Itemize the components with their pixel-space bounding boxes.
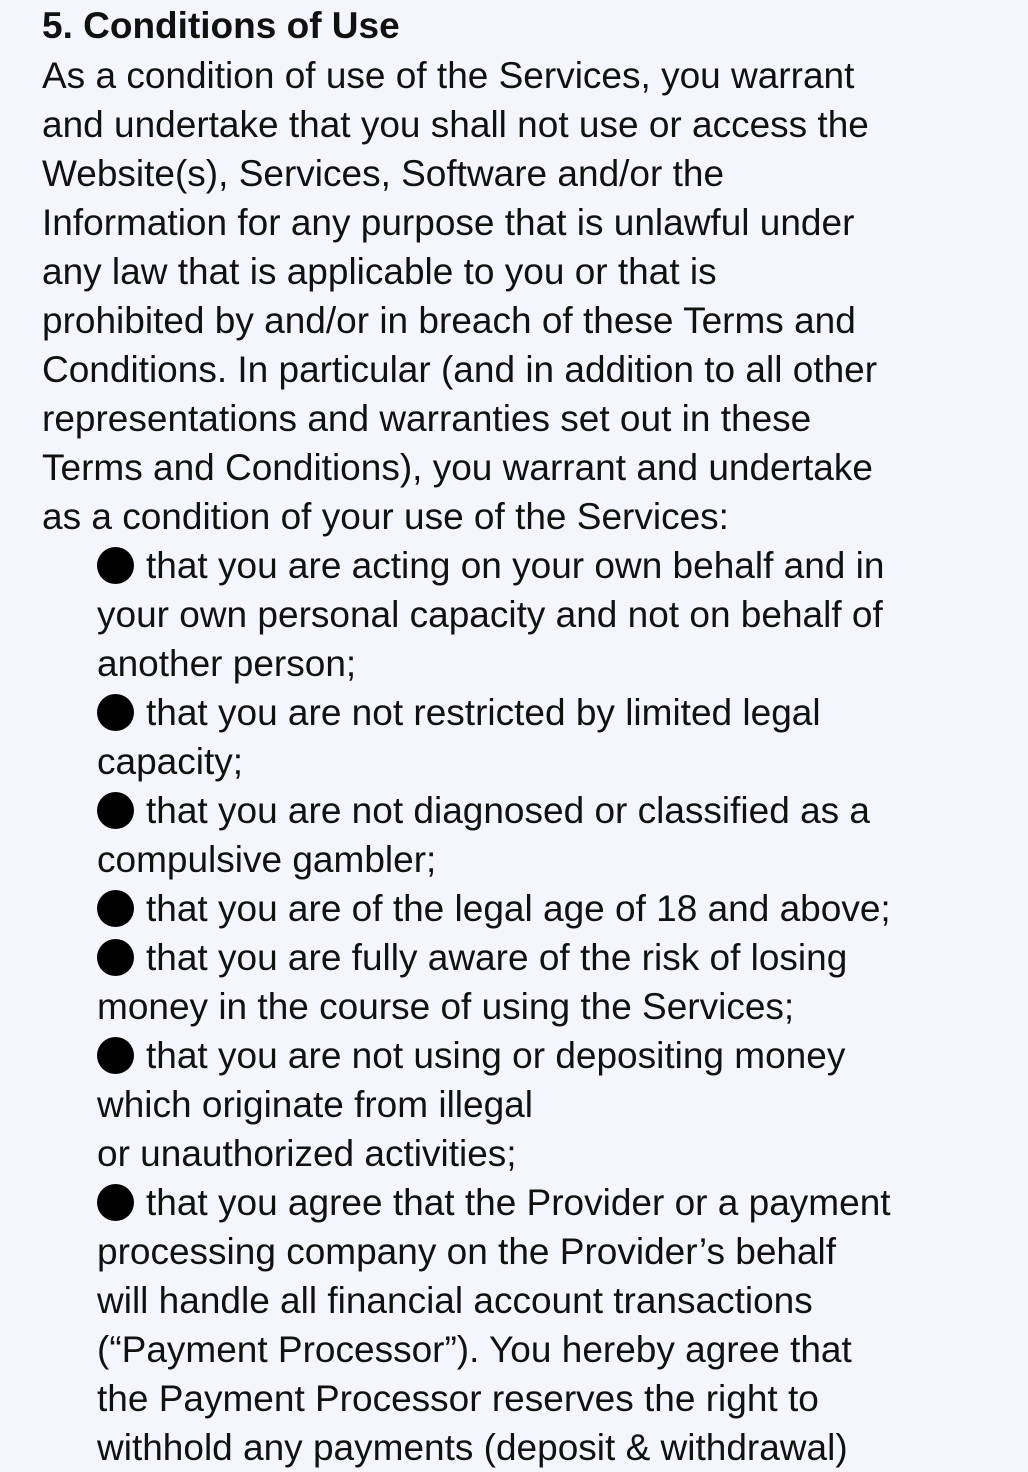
bullet-dot-icon [97, 1184, 134, 1221]
intro-line: prohibited by and/or in breach of these … [42, 300, 856, 341]
list-item-text: processing company on the Provider’s beh… [97, 1231, 837, 1272]
intro-line: Terms and Conditions), you warrant and u… [42, 447, 873, 488]
list-item-text: will handle all financial account transa… [97, 1280, 813, 1321]
intro-line: any law that is applicable to you or tha… [42, 251, 717, 292]
intro-line: Information for any purpose that is unla… [42, 202, 855, 243]
warranty-list: that you are acting on your own behalf a… [42, 541, 1002, 1472]
section-heading: 5. Conditions of Use [42, 5, 400, 46]
bullet-dot-icon [97, 694, 134, 731]
bullet-dot-icon [97, 890, 134, 927]
intro-line: as a condition of your use of the Servic… [42, 496, 729, 537]
list-item: that you are fully aware of the risk of … [42, 933, 1002, 1031]
list-item: that you agree that the Provider or a pa… [42, 1178, 1002, 1472]
list-item-text: another person; [97, 643, 357, 684]
list-item: that you are of the legal age of 18 and … [42, 884, 1002, 933]
list-item-text: capacity; [97, 741, 244, 782]
bullet-dot-icon [97, 939, 134, 976]
list-item-text: your own personal capacity and not on be… [97, 594, 883, 635]
list-item-text: that you are of the legal age of 18 and … [146, 888, 891, 929]
list-item-text: that you are acting on your own behalf a… [146, 545, 885, 586]
list-item-text: that you are not diagnosed or classified… [146, 790, 871, 831]
list-item-text: that you are not using or depositing mon… [146, 1035, 846, 1076]
bullet-dot-icon [97, 547, 134, 584]
terms-document: 5. Conditions of Use As a condition of u… [42, 4, 1002, 1472]
intro-line: Conditions. In particular (and in additi… [42, 349, 878, 390]
list-item: that you are not using or depositing mon… [42, 1031, 1002, 1178]
list-item-text: which originate from illegal [97, 1084, 533, 1125]
list-item: that you are not restricted by limited l… [42, 688, 1002, 786]
list-item-text: money in the course of using the Service… [97, 986, 795, 1027]
list-item: that you are not diagnosed or classified… [42, 786, 1002, 884]
list-item-text: that you are not restricted by limited l… [146, 692, 821, 733]
list-item-text: that you agree that the Provider or a pa… [146, 1182, 891, 1223]
list-item-text: or unauthorized activities; [97, 1133, 517, 1174]
list-item-text: compulsive gambler; [97, 839, 437, 880]
intro-line: As a condition of use of the Services, y… [42, 55, 855, 96]
bullet-dot-icon [97, 792, 134, 829]
list-item-text: the Payment Processor reserves the right… [97, 1378, 819, 1419]
list-item-text: that you are fully aware of the risk of … [146, 937, 848, 978]
intro-paragraph: As a condition of use of the Services, y… [42, 51, 1002, 541]
list-item-text: withhold any payments (deposit & withdra… [97, 1427, 848, 1468]
bullet-dot-icon [97, 1037, 134, 1074]
intro-line: and undertake that you shall not use or … [42, 104, 869, 145]
list-item: that you are acting on your own behalf a… [42, 541, 1002, 688]
intro-line: representations and warranties set out i… [42, 398, 812, 439]
intro-line: Website(s), Services, Software and/or th… [42, 153, 725, 194]
list-item-text: (“Payment Processor”). You hereby agree … [97, 1329, 852, 1370]
